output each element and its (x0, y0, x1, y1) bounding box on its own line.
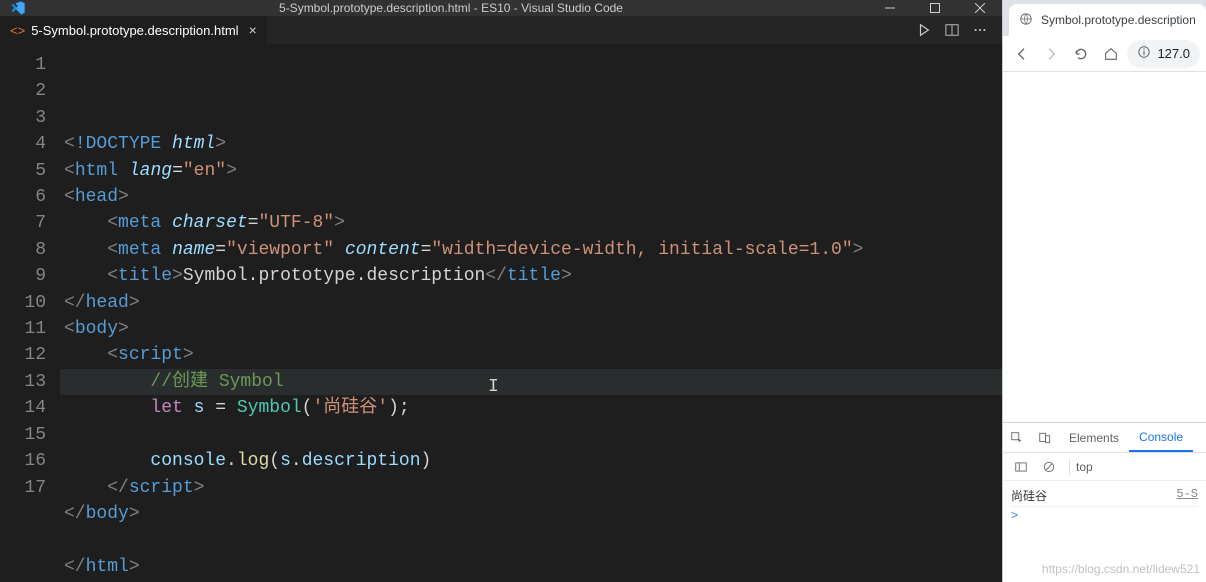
chrome-toolbar: 127.0 (1003, 36, 1206, 72)
vscode-logo-icon (0, 0, 35, 16)
minimize-button[interactable] (867, 0, 912, 16)
device-toolbar-icon[interactable] (1031, 431, 1059, 445)
vscode-titlebar: 5-Symbol.prototype.description.html - ES… (0, 0, 1002, 16)
vscode-window-title: 5-Symbol.prototype.description.html - ES… (35, 1, 867, 15)
chrome-tabstrip: Symbol.prototype.description (1003, 0, 1206, 36)
watermark-text: https://blog.csdn.net/lidew521 (1042, 562, 1200, 576)
reload-button[interactable] (1068, 40, 1094, 68)
html-file-icon: <> (10, 23, 25, 38)
page-viewport[interactable] (1003, 72, 1206, 422)
maximize-button[interactable] (912, 0, 957, 16)
line-number-gutter: 1234567891011121314151617 (0, 44, 60, 582)
split-editor-icon[interactable] (938, 16, 966, 44)
console-context[interactable]: top (1076, 460, 1093, 474)
devtools-tabbar: ElementsConsole (1003, 423, 1206, 453)
console-sidebar-icon[interactable] (1007, 460, 1035, 474)
more-actions-icon[interactable] (966, 16, 994, 44)
vscode-tabbar: <> 5-Symbol.prototype.description.html × (0, 16, 1002, 44)
vscode-window: 5-Symbol.prototype.description.html - ES… (0, 0, 1002, 582)
run-icon[interactable] (910, 16, 938, 44)
home-button[interactable] (1098, 40, 1124, 68)
chrome-content: ElementsConsole top 尚硅谷 5-S (1003, 72, 1206, 582)
vscode-editor[interactable]: 1234567891011121314151617 <!DOCTYPE html… (0, 44, 1002, 582)
console-toolbar: top (1003, 453, 1206, 481)
text-cursor-icon: I (488, 374, 499, 400)
console-log-text: 尚硅谷 (1011, 487, 1047, 504)
devtools-panel: ElementsConsole top 尚硅谷 5-S (1003, 422, 1206, 582)
chrome-tab-title: Symbol.prototype.description (1041, 13, 1196, 27)
globe-icon (1019, 12, 1033, 29)
forward-button[interactable] (1039, 40, 1065, 68)
devtools-tab-elements[interactable]: Elements (1059, 423, 1129, 452)
back-button[interactable] (1009, 40, 1035, 68)
console-log-row: 尚硅谷 5-S (1011, 485, 1198, 507)
chrome-tab[interactable]: Symbol.prototype.description (1009, 4, 1206, 36)
console-log-area[interactable]: 尚硅谷 5-S > (1003, 481, 1206, 529)
inspect-element-icon[interactable] (1003, 431, 1031, 445)
devtools-tab-console[interactable]: Console (1129, 423, 1193, 452)
site-info-icon[interactable] (1137, 45, 1151, 62)
vscode-tab[interactable]: <> 5-Symbol.prototype.description.html × (0, 16, 267, 44)
chrome-url-text: 127.0 (1157, 46, 1190, 61)
clear-console-icon[interactable] (1035, 460, 1063, 474)
console-log-source[interactable]: 5-S (1176, 487, 1198, 504)
close-button[interactable] (957, 0, 1002, 16)
chrome-omnibox[interactable]: 127.0 (1127, 40, 1200, 68)
console-prompt[interactable]: > (1011, 507, 1198, 525)
code-area[interactable]: <!DOCTYPE html><html lang="en"><head> <m… (60, 44, 1002, 582)
chrome-window: Symbol.prototype.description 127.0 (1002, 0, 1206, 582)
close-icon[interactable]: × (249, 22, 257, 38)
vscode-tab-label: 5-Symbol.prototype.description.html (31, 23, 238, 38)
